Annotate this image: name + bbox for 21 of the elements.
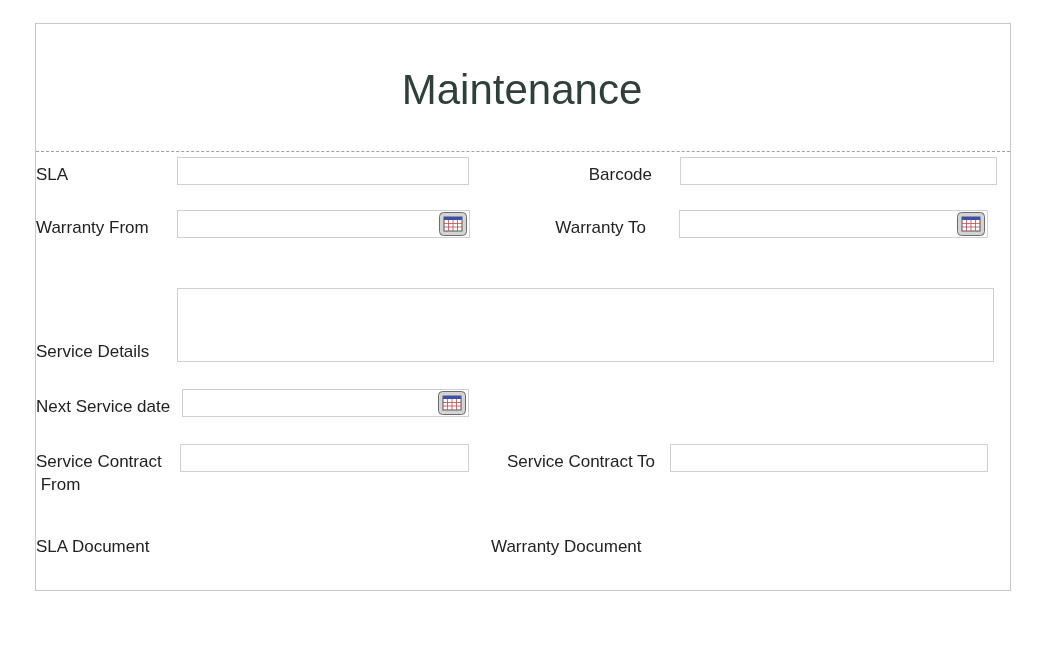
field-label: Service Details (36, 340, 151, 363)
field-label: Next Service date (36, 395, 172, 418)
field-label: Warranty Document (491, 536, 642, 558)
text-field[interactable] (680, 157, 997, 185)
form-title: Maintenance (401, 65, 643, 115)
date-field[interactable] (679, 210, 988, 238)
field-label: Service Contract From (36, 451, 163, 496)
calendar-icon[interactable] (438, 390, 466, 415)
calendar-icon[interactable] (957, 212, 985, 236)
field-label: Warranty To (555, 217, 646, 240)
field-label: Barcode (588, 164, 652, 187)
text-field[interactable] (670, 444, 988, 472)
field-label: Warranty From (36, 217, 150, 240)
field-label: SLA (36, 164, 70, 187)
date-field[interactable] (177, 210, 470, 238)
text-field[interactable] (177, 157, 469, 185)
date-field[interactable] (182, 388, 469, 417)
field-label: SLA Document (36, 536, 151, 558)
field-label: Service Contract To (507, 451, 657, 473)
text-field[interactable] (180, 444, 469, 472)
calendar-icon[interactable] (439, 212, 467, 236)
